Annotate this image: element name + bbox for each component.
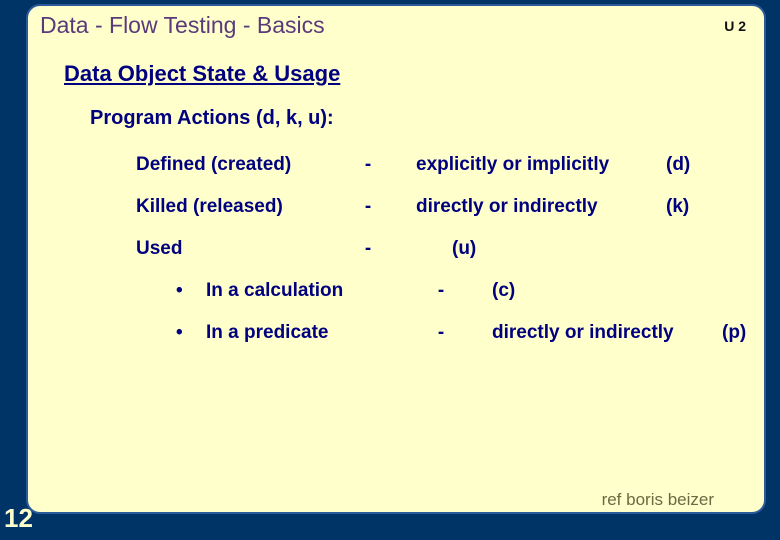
sub-action-detail: directly or indirectly	[492, 322, 722, 344]
action-desc: (u)	[416, 238, 666, 260]
sub-action-tag: (p)	[722, 322, 772, 344]
action-tag: (k)	[666, 196, 722, 218]
action-row-killed: Killed (released) - directly or indirect…	[28, 196, 764, 218]
action-row-defined: Defined (created) - explicitly or implic…	[28, 154, 764, 176]
dash-sep: -	[356, 196, 380, 218]
slide-card: Data - Flow Testing - Basics U 2 Data Ob…	[26, 4, 766, 514]
section-heading: Program Actions (d, k, u):	[90, 107, 764, 130]
dash-sep: -	[426, 322, 456, 344]
action-desc: explicitly or implicitly	[416, 154, 666, 176]
sub-action-rows: • In a calculation - (c) • In a predicat…	[28, 280, 764, 344]
sub-title: Data Object State & Usage	[64, 61, 764, 87]
bullet-icon: •	[176, 280, 206, 302]
bullet-icon: •	[176, 322, 206, 344]
page-number: 12	[4, 503, 33, 534]
sub-action-detail: (c)	[492, 280, 722, 302]
dash-sep: -	[356, 238, 380, 260]
dash-sep: -	[356, 154, 380, 176]
sub-action-row-predicate: • In a predicate - directly or indirectl…	[28, 322, 764, 344]
action-tag: (d)	[666, 154, 722, 176]
title-row: Data - Flow Testing - Basics U 2	[28, 6, 764, 43]
action-row-used: Used - (u)	[28, 238, 764, 260]
action-label: Defined (created)	[136, 154, 356, 176]
credit-text: ref boris beizer	[602, 490, 714, 510]
action-label: Killed (released)	[136, 196, 356, 218]
dash-sep: -	[426, 280, 456, 302]
action-desc: directly or indirectly	[416, 196, 666, 218]
action-rows: Defined (created) - explicitly or implic…	[28, 154, 764, 344]
sub-action-row-calc: • In a calculation - (c)	[28, 280, 764, 302]
sub-action-label: In a predicate	[206, 322, 426, 344]
sub-action-label: In a calculation	[206, 280, 426, 302]
unit-tag: U 2	[724, 18, 746, 34]
action-label: Used	[136, 238, 356, 260]
slide-title: Data - Flow Testing - Basics	[40, 12, 325, 39]
